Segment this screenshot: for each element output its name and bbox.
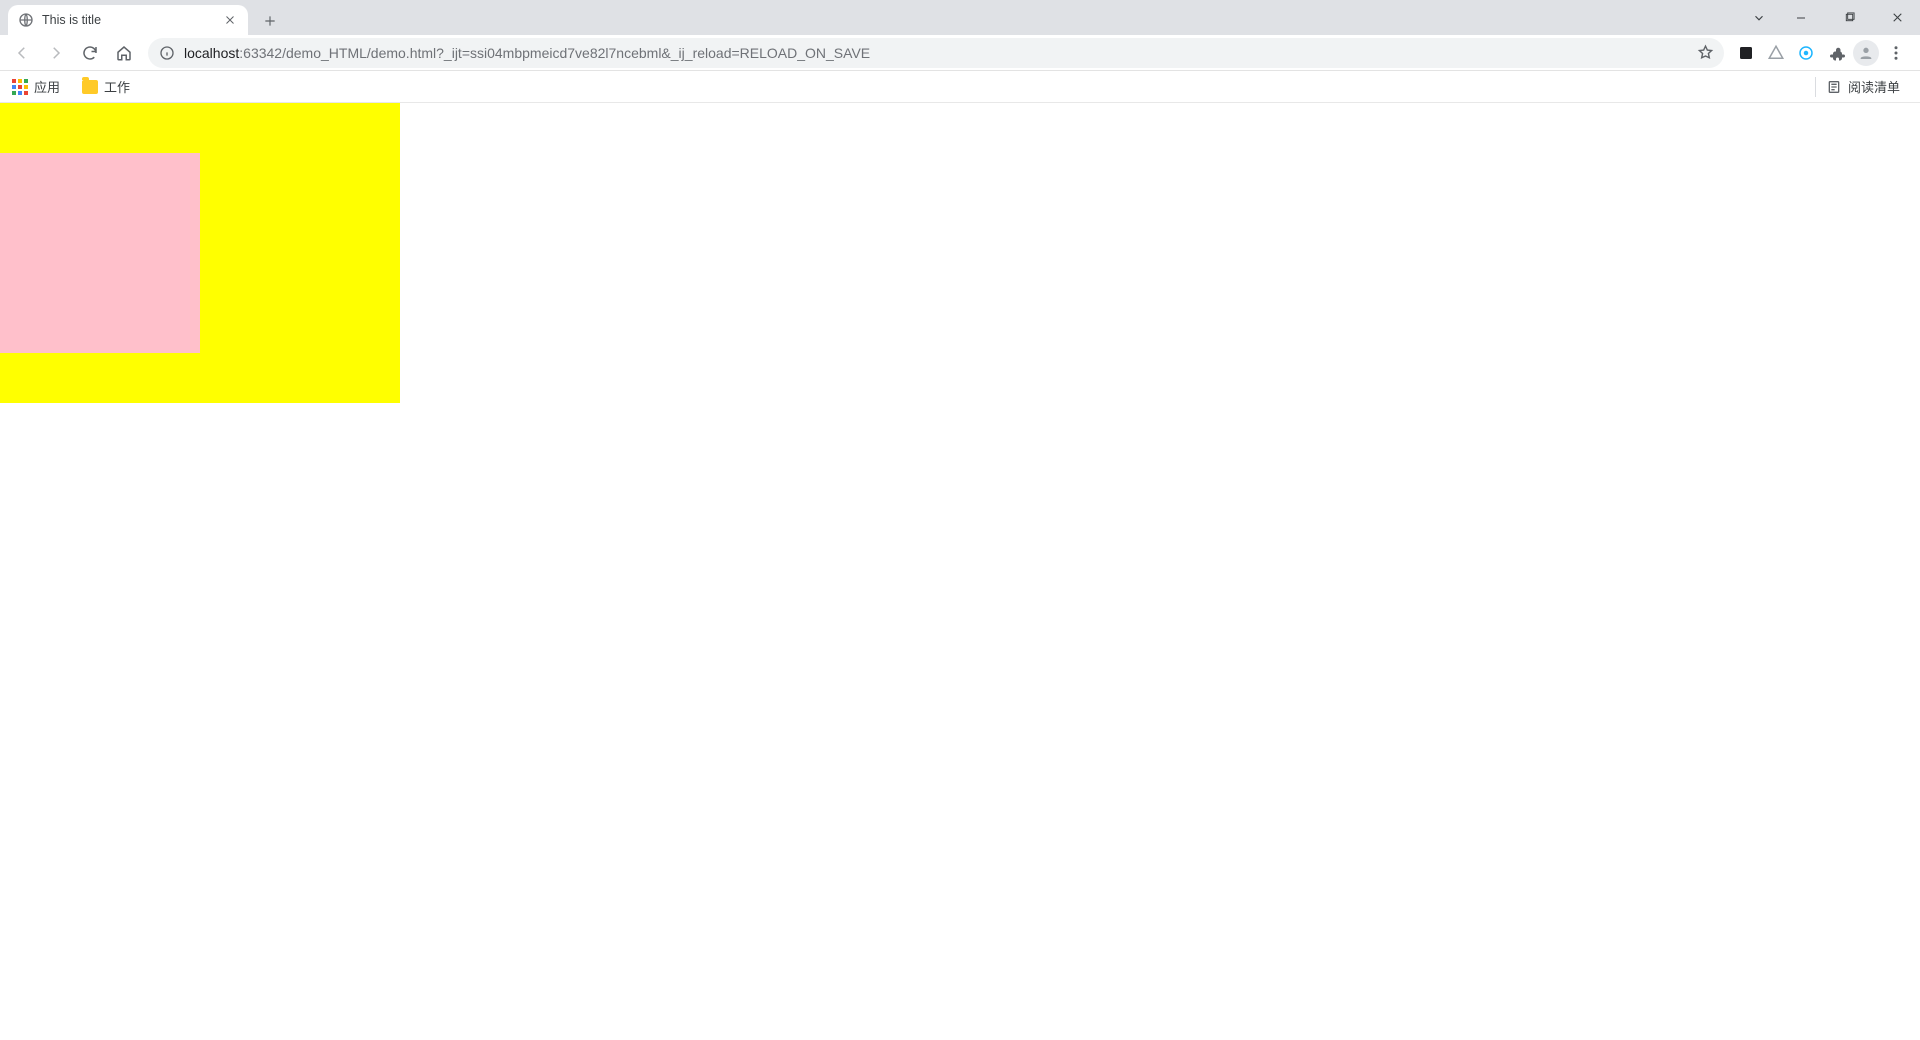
toolbar-actions	[1732, 39, 1914, 67]
extension-icon-2[interactable]	[1762, 39, 1790, 67]
page-viewport	[0, 103, 1920, 1040]
site-info-icon[interactable]	[158, 44, 176, 62]
browser-tabstrip: This is title	[0, 0, 1920, 35]
bookmarks-bar: 应用 工作 阅读清单	[0, 71, 1920, 103]
browser-toolbar: localhost:63342/demo_HTML/demo.html?_ijt…	[0, 35, 1920, 71]
close-icon[interactable]	[222, 12, 238, 28]
reload-button[interactable]	[74, 37, 106, 69]
profile-avatar[interactable]	[1852, 39, 1880, 67]
bookmark-folder-work[interactable]: 工作	[78, 73, 134, 100]
back-button[interactable]	[6, 37, 38, 69]
extension-icon-1[interactable]	[1732, 39, 1760, 67]
window-minimize-button[interactable]	[1778, 3, 1824, 33]
window-close-button[interactable]	[1874, 3, 1920, 33]
home-button[interactable]	[108, 37, 140, 69]
address-bar[interactable]: localhost:63342/demo_HTML/demo.html?_ijt…	[148, 38, 1724, 68]
window-maximize-button[interactable]	[1826, 3, 1872, 33]
new-tab-button[interactable]	[256, 7, 284, 35]
extensions-menu-icon[interactable]	[1822, 39, 1850, 67]
chevron-down-icon[interactable]	[1742, 3, 1776, 33]
url-rest: :63342/demo_HTML/demo.html?_ijt=ssi04mbp…	[239, 45, 870, 61]
folder-icon	[82, 80, 98, 94]
reading-list-icon	[1826, 79, 1842, 95]
url-host: localhost	[184, 45, 239, 61]
globe-icon	[18, 12, 34, 28]
divider	[1815, 77, 1816, 97]
apps-grid-icon	[12, 79, 28, 95]
reading-list-label: 阅读清单	[1848, 77, 1900, 96]
bookmarks-apps-label: 应用	[34, 77, 60, 96]
bookmarks-apps-button[interactable]: 应用	[8, 73, 64, 100]
bookmark-folder-label: 工作	[104, 77, 130, 96]
extension-icon-3[interactable]	[1792, 39, 1820, 67]
tab-title: This is title	[42, 13, 214, 27]
browser-tab-active[interactable]: This is title	[8, 5, 248, 35]
avatar-icon	[1853, 40, 1879, 66]
url-text: localhost:63342/demo_HTML/demo.html?_ijt…	[184, 45, 1688, 61]
bookmark-star-icon[interactable]	[1696, 44, 1714, 62]
forward-button[interactable]	[40, 37, 72, 69]
window-controls	[1742, 0, 1920, 35]
kebab-menu-icon[interactable]	[1882, 39, 1910, 67]
demo-inner-box	[0, 153, 200, 353]
reading-list-button[interactable]: 阅读清单	[1822, 73, 1904, 100]
